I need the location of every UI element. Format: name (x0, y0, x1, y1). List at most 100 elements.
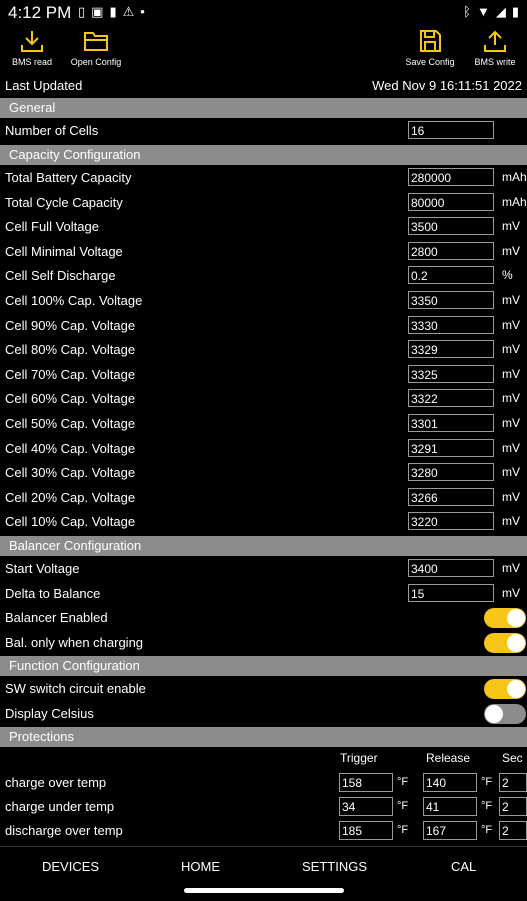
sec-input[interactable]: 2 (499, 821, 527, 840)
trigger-input[interactable]: 34 (339, 797, 393, 816)
capacity-input[interactable]: 3350 (408, 291, 494, 309)
protection-label: discharge over temp (5, 823, 123, 838)
download-icon (21, 31, 43, 52)
open-config-button[interactable]: Open Config (64, 28, 128, 67)
number-of-cells-input[interactable]: 16 (408, 121, 494, 139)
protection-row: discharge over temp 185 °F 167 °F 2 (0, 819, 527, 843)
start-voltage-input[interactable]: 3400 (408, 559, 494, 577)
capacity-unit: mV (502, 219, 520, 234)
capacity-unit: mV (502, 317, 520, 332)
capacity-label: Cell 40% Cap. Voltage (5, 440, 136, 456)
capacity-unit: mV (502, 514, 520, 529)
capacity-label: Cell 70% Cap. Voltage (5, 366, 136, 382)
battery-icon: ▮ (511, 4, 519, 19)
delta-balance-unit: mV (502, 586, 520, 600)
section-capacity: Capacity Configuration (0, 145, 527, 165)
capacity-label: Total Battery Capacity (5, 170, 132, 185)
capacity-row: Cell 90% Cap. Voltage 3330 mV (0, 314, 527, 338)
start-voltage-unit: mV (502, 561, 520, 575)
warning-icon: ⚠ (122, 4, 135, 19)
capacity-row: Cell Full Voltage 3500 mV (0, 215, 527, 239)
upload-icon (484, 30, 506, 52)
capacity-label: Cell 10% Cap. Voltage (5, 514, 136, 530)
capacity-input[interactable]: 3329 (408, 340, 494, 359)
capacity-input[interactable]: 3266 (408, 487, 494, 506)
balancer-enabled-label: Balancer Enabled (5, 610, 108, 625)
toggle-knob (507, 609, 525, 627)
capacity-input[interactable]: 2800 (408, 241, 494, 260)
dot-icon: • (140, 4, 145, 19)
status-icons-left: ▯ ▣ ▮ ⚠ • (78, 4, 145, 20)
toggle-knob (507, 634, 525, 652)
capacity-input[interactable]: 3330 (408, 315, 494, 334)
capacity-label: Cell 50% Cap. Voltage (5, 416, 136, 431)
capacity-row: Cell 30% Cap. Voltage 3280 mV (0, 461, 527, 485)
setting-row: Start Voltage 3400 mV (0, 557, 527, 581)
release-input[interactable]: 167 (423, 821, 477, 840)
release-unit: °F (481, 824, 493, 836)
capacity-input[interactable]: 3322 (408, 389, 494, 408)
sec-input[interactable]: 2 (499, 797, 527, 816)
release-unit: °F (481, 776, 493, 788)
capacity-row: Cell Minimal Voltage 2800 mV (0, 240, 527, 264)
capacity-input[interactable]: 280000 (408, 168, 494, 186)
save-config-button[interactable]: Save Config (398, 28, 462, 67)
bms-read-label: BMS read (11, 57, 53, 67)
nav-settings[interactable]: SETTINGS (302, 859, 367, 874)
battery-icon: ▮ (109, 4, 117, 19)
capacity-input[interactable]: 3291 (408, 438, 494, 457)
sec-input[interactable]: 2 (499, 773, 527, 792)
bms-read-button[interactable]: BMS read (0, 28, 64, 67)
nav-devices[interactable]: DEVICES (42, 859, 99, 874)
capacity-input[interactable]: 80000 (408, 192, 494, 211)
save-config-label: Save Config (405, 57, 455, 67)
balancer-enabled-toggle[interactable] (484, 608, 526, 628)
delta-balance-input[interactable]: 15 (408, 584, 494, 602)
capacity-input[interactable]: 3500 (408, 217, 494, 236)
bms-write-button[interactable]: BMS write (463, 28, 527, 67)
capacity-unit: mV (502, 293, 520, 307)
section-protections-title: Protections (9, 729, 75, 744)
nav-cal[interactable]: CAL (451, 859, 476, 874)
start-voltage-label: Start Voltage (5, 561, 80, 576)
release-input[interactable]: 140 (423, 773, 477, 792)
trigger-unit: °F (397, 824, 409, 836)
capacity-row: Total Cycle Capacity 80000 mAh (0, 191, 527, 215)
capacity-row: Cell 50% Cap. Voltage 3301 mV (0, 412, 527, 436)
capacity-unit: mV (502, 465, 520, 480)
capacity-unit: mAh (502, 194, 527, 209)
trigger-unit: °F (397, 776, 409, 788)
capacity-unit: mV (502, 391, 520, 406)
section-capacity-title: Capacity Configuration (9, 147, 141, 162)
capacity-input[interactable]: 3301 (408, 414, 494, 432)
balance-charging-label: Bal. only when charging (5, 635, 144, 650)
balance-charging-toggle[interactable] (484, 633, 526, 653)
release-input[interactable]: 41 (423, 797, 477, 816)
trigger-input[interactable]: 185 (339, 821, 393, 840)
capacity-input[interactable]: 3280 (408, 463, 494, 482)
capacity-input[interactable]: 0.2 (408, 266, 494, 285)
capacity-input[interactable]: 3325 (408, 364, 494, 383)
capacity-label: Cell 20% Cap. Voltage (5, 489, 136, 505)
toolbar: BMS read Open Config Save Config BMS wri… (0, 26, 527, 74)
display-celsius-toggle[interactable] (484, 704, 526, 724)
setting-row: SW switch circuit enable (0, 677, 527, 701)
capacity-label: Cell Minimal Voltage (5, 243, 123, 259)
capacity-label: Cell 60% Cap. Voltage (5, 391, 136, 407)
section-protections: Protections (0, 727, 527, 747)
capacity-row: Cell 40% Cap. Voltage 3291 mV (0, 437, 527, 461)
protection-label: charge under temp (5, 799, 115, 814)
display-celsius-label: Display Celsius (5, 706, 94, 721)
trigger-input[interactable]: 158 (339, 773, 393, 792)
capacity-label: Cell 90% Cap. Voltage (5, 317, 136, 333)
capacity-row: Cell 80% Cap. Voltage 3329 mV (0, 338, 527, 362)
capacity-input[interactable]: 3220 (408, 512, 494, 531)
setting-row: Number of Cells 16 (0, 119, 527, 143)
section-general-title: General (9, 100, 56, 115)
setting-row: Bal. only when charging (0, 631, 527, 655)
sw-switch-toggle[interactable] (484, 679, 526, 699)
home-indicator[interactable] (184, 888, 344, 893)
nav-home[interactable]: HOME (181, 859, 220, 874)
capacity-unit: mV (502, 342, 520, 357)
setting-row: Balancer Enabled (0, 606, 527, 630)
